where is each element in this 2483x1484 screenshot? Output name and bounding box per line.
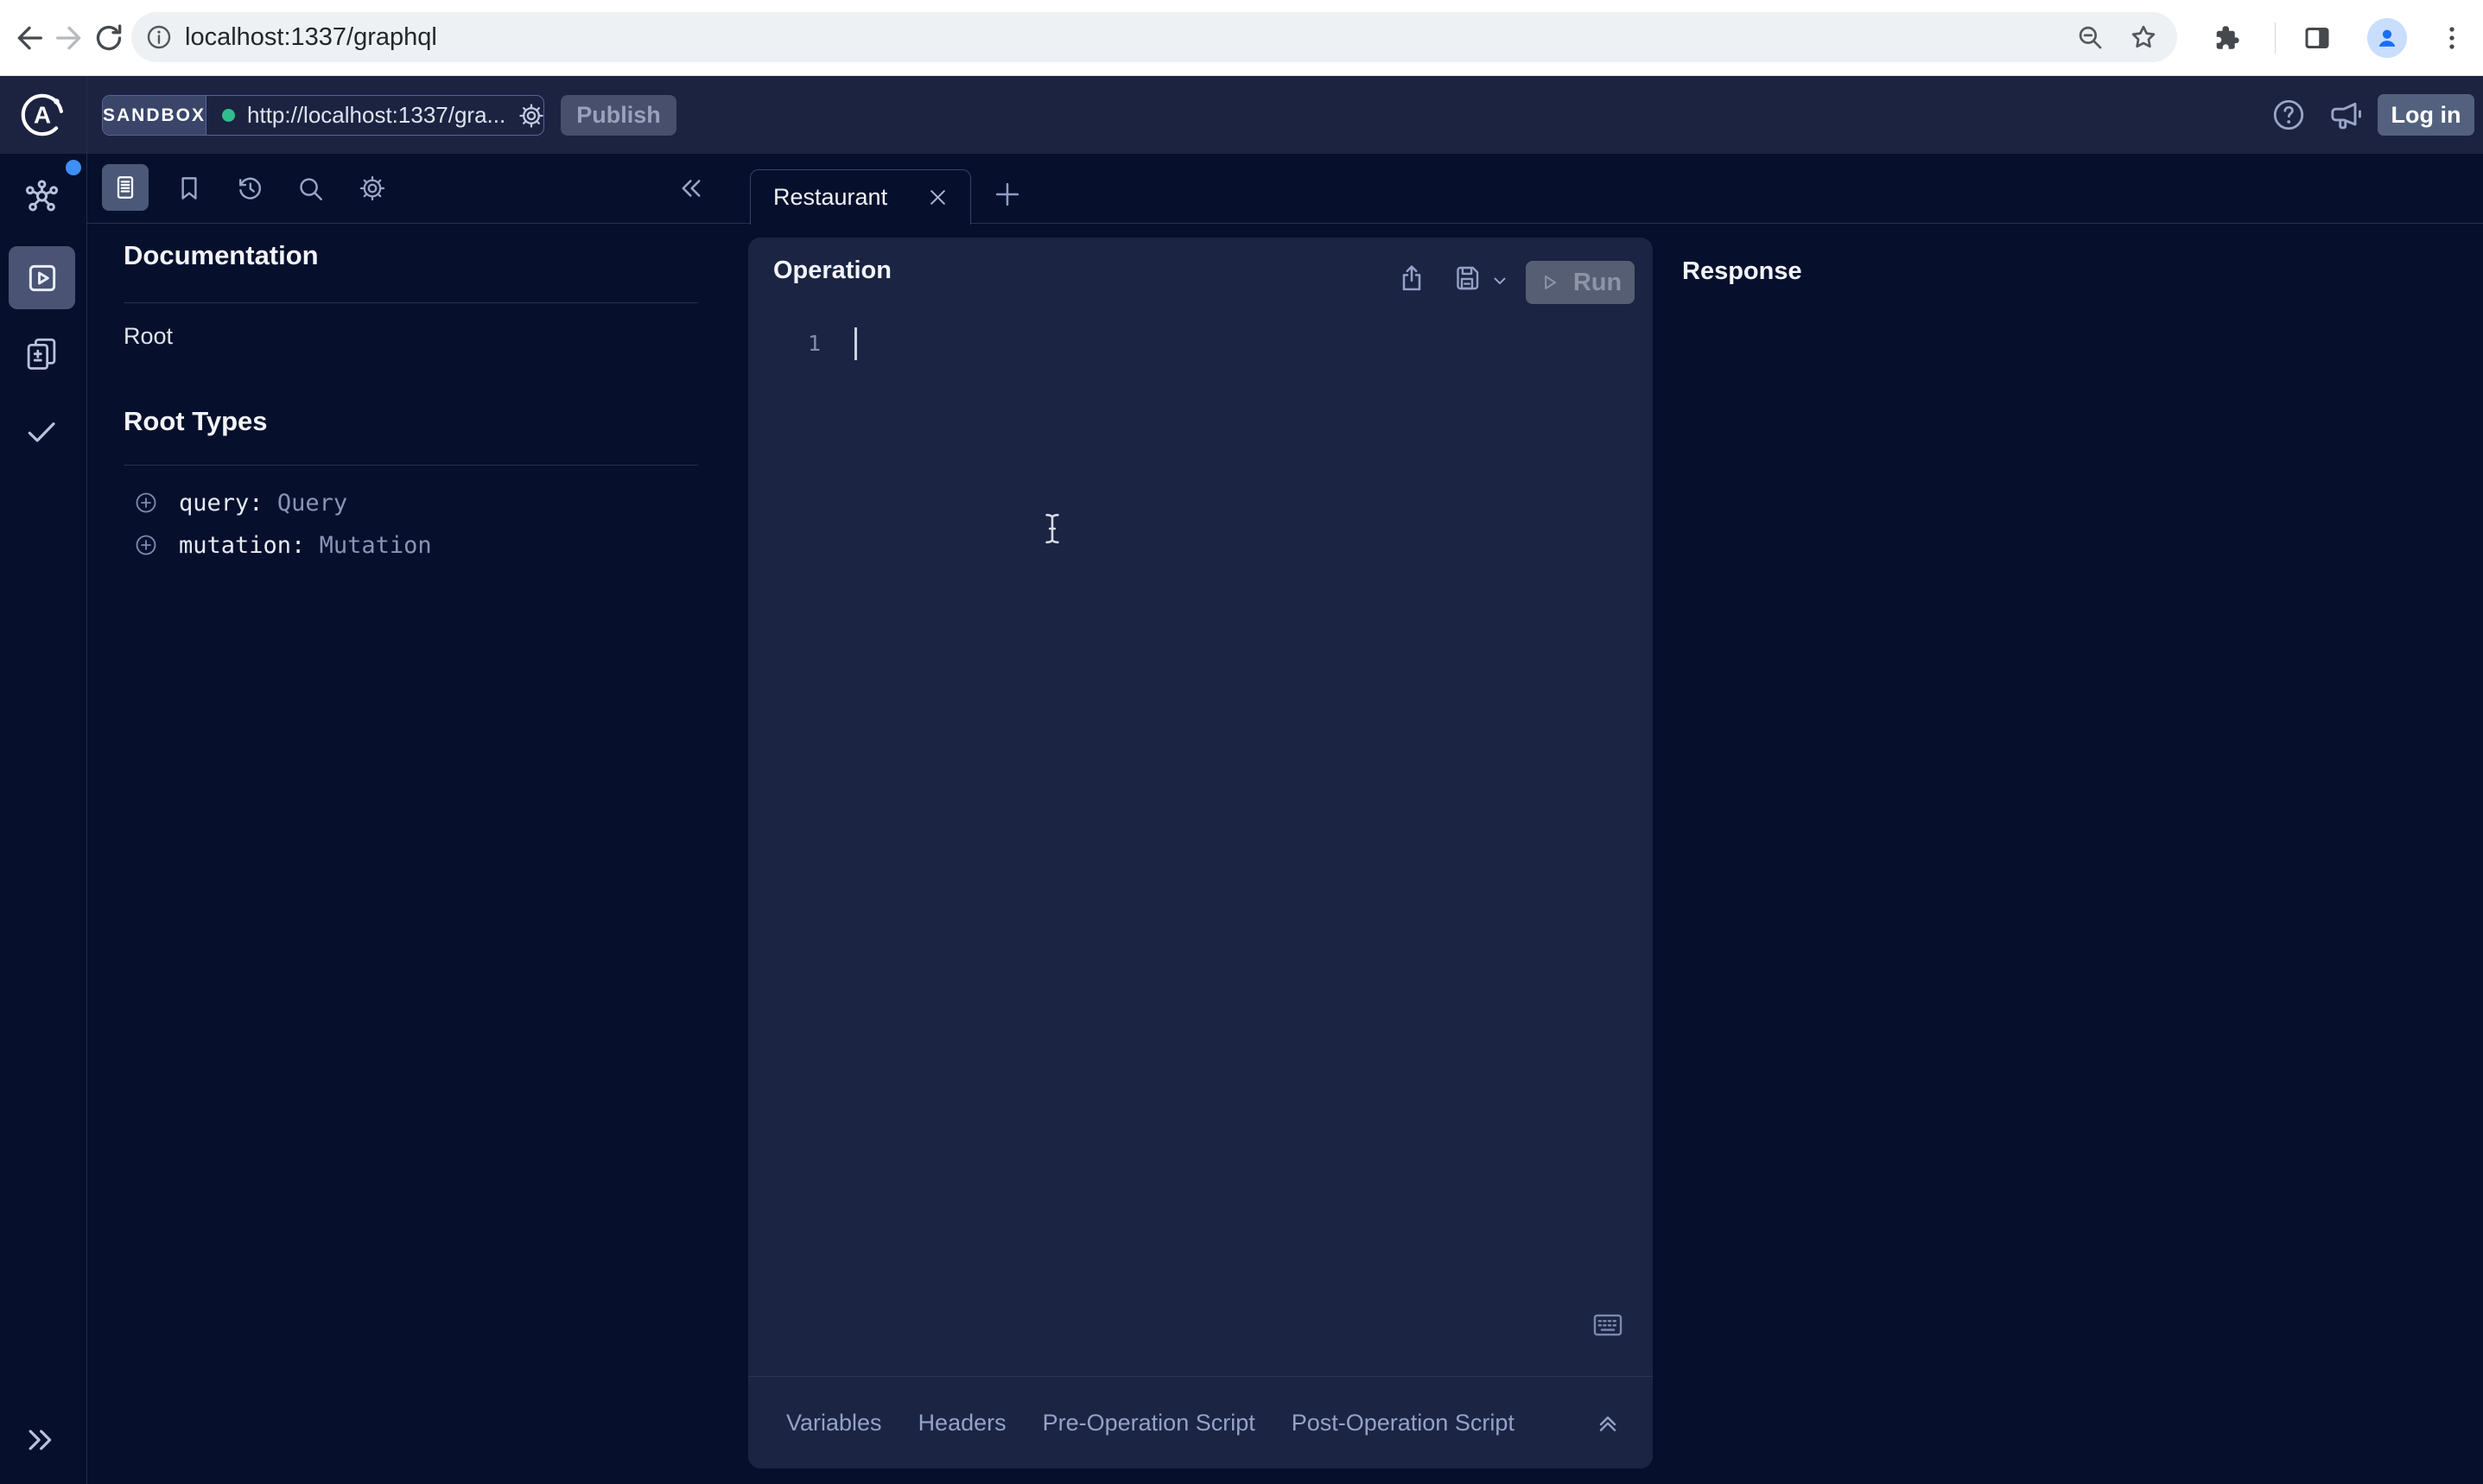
tab-pre-operation-script[interactable]: Pre-Operation Script [1043,1410,1255,1436]
changelog-diff-icon[interactable] [23,335,60,371]
expand-chevrons-icon[interactable] [22,1423,57,1457]
login-button[interactable]: Log in [2378,94,2474,136]
url-bar[interactable]: localhost:1337/graphql [131,12,2177,62]
response-title: Response [1682,257,1802,286]
field-name[interactable]: mutation: [179,532,305,559]
documentation-title: Documentation [124,240,319,271]
url-text[interactable]: localhost:1337/graphql [185,23,437,52]
supergraph-icon[interactable] [22,178,61,217]
documentation-icon [111,174,139,201]
plus-circle-icon[interactable] [134,491,158,515]
star-icon[interactable] [2129,22,2158,52]
side-panel-icon[interactable] [2302,22,2333,54]
sidebar-item-explorer[interactable] [9,246,75,309]
collapse-chevrons-icon[interactable] [676,174,706,203]
tab-variables[interactable]: Variables [786,1410,882,1436]
search-icon[interactable] [295,174,325,203]
operation-footer: Variables Headers Pre-Operation Script P… [748,1376,1653,1468]
tab-headers[interactable]: Headers [918,1410,1007,1436]
operation-title: Operation [773,257,892,285]
sandbox-badge: SANDBOX [103,96,206,135]
field-name[interactable]: query: [179,490,264,517]
save-icon[interactable] [1451,263,1483,294]
tab-post-operation-script[interactable]: Post-Operation Script [1292,1410,1515,1436]
root-link[interactable]: Root [124,323,173,350]
settings-gear-icon[interactable] [358,174,387,203]
close-icon[interactable] [926,186,949,209]
tab-label[interactable]: Restaurant [773,184,887,211]
menu-kebab-icon[interactable] [2435,21,2469,55]
endpoint-url-field[interactable]: http://localhost:1337/gra... [206,96,544,135]
reload-icon[interactable] [92,21,126,55]
checks-icon[interactable] [24,415,59,449]
text-cursor [1040,512,1064,545]
extensions-icon[interactable] [2212,22,2243,54]
run-button[interactable]: Run [1526,261,1635,304]
apollo-header: A SANDBOX http://localhost:1337/gra... P… [0,76,2483,154]
share-icon[interactable] [1396,263,1427,294]
bookmark-icon[interactable] [175,174,204,203]
connection-status-dot [222,109,235,122]
apollo-logo[interactable]: A [17,90,67,140]
chevron-down-icon[interactable] [1489,270,1510,291]
history-icon[interactable] [235,174,264,203]
endpoint-url-text[interactable]: http://localhost:1337/gra... [247,102,505,129]
publish-button[interactable]: Publish [561,95,676,136]
svg-text:A: A [34,101,51,128]
collapse-up-icon[interactable] [1594,1409,1622,1436]
explorer-play-icon [24,260,60,296]
rail-divider [86,154,87,1484]
browser-toolbar: localhost:1337/graphql [0,0,2483,76]
play-icon [1539,271,1561,294]
schema-notification-dot [66,160,81,175]
plus-circle-icon[interactable] [134,533,158,557]
profile-avatar-icon[interactable] [2367,18,2407,58]
divider [124,465,698,466]
info-icon[interactable] [145,23,173,51]
forward-icon [52,21,86,55]
toolbar-bottom-border [86,223,2483,224]
root-type-row-mutation[interactable]: mutation: Mutation [134,531,432,559]
type-name[interactable]: Mutation [320,532,432,559]
root-types-title: Root Types [124,406,268,437]
tab-documentation[interactable] [102,164,149,211]
type-name[interactable]: Query [277,490,347,517]
back-icon[interactable] [12,21,47,55]
help-icon[interactable] [2270,97,2307,133]
operation-panel: Operation Run 1 [748,238,1653,1468]
add-tab-icon[interactable] [991,178,1024,211]
apollo-sandbox-screen: localhost:1337/graphql A [0,0,2483,1484]
divider [124,302,698,303]
zoom-out-icon[interactable] [2075,22,2105,52]
endpoint-group: SANDBOX http://localhost:1337/gra... [102,95,544,136]
toolbar-separator [2275,22,2276,54]
main-content: Documentation Root Root Types query: Que… [0,154,2483,1484]
operation-editor[interactable] [748,315,1653,1376]
keyboard-icon[interactable] [1591,1311,1624,1339]
gear-icon[interactable] [518,102,544,130]
header-divider [86,76,87,154]
megaphone-icon[interactable] [2327,98,2366,133]
root-type-row-query[interactable]: query: Query [134,489,347,517]
tab-restaurant[interactable]: Restaurant [750,169,971,225]
